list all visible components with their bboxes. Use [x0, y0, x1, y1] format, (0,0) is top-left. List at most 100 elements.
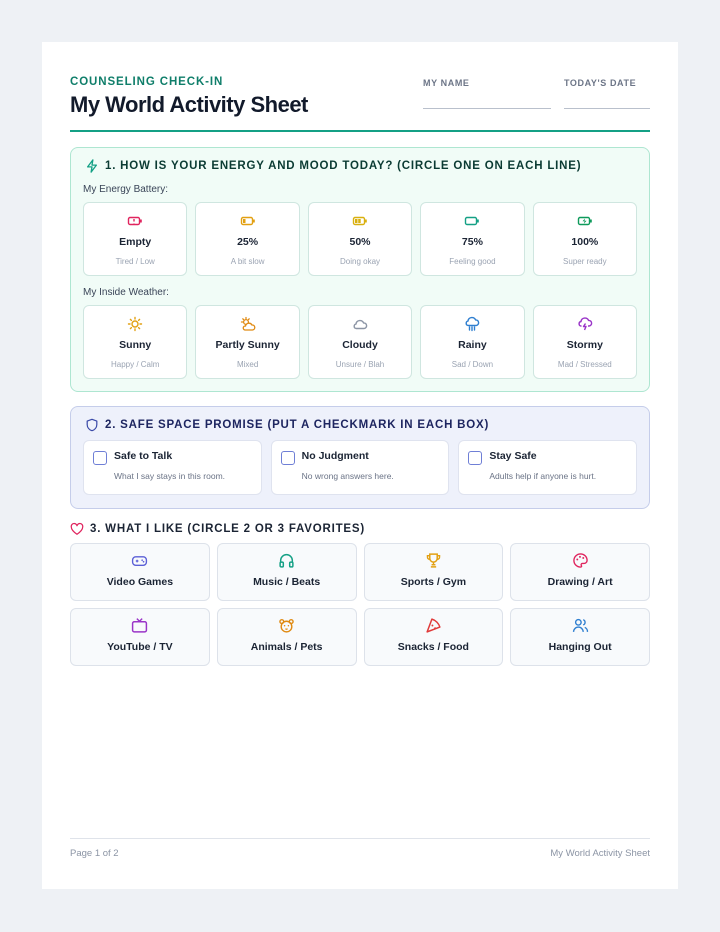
energy-name: 25%: [237, 236, 259, 248]
battery-low-icon: [240, 216, 255, 226]
promise-desc: No wrong answers here.: [301, 471, 394, 481]
weather-row: Sunny Happy / Calm Partly Sunny Mixed Cl…: [83, 305, 638, 379]
cloud-lightning-icon: [578, 317, 593, 331]
cloud-sun-icon: [240, 316, 256, 331]
battery-high-icon: [465, 216, 480, 226]
energy-option-100[interactable]: 100% Super ready: [532, 202, 638, 276]
worksheet-page: COUNSELING CHECK-IN My World Activity Sh…: [42, 42, 678, 889]
name-field[interactable]: MY NAME: [423, 78, 551, 109]
page-title: My World Activity Sheet: [70, 92, 308, 117]
energy-row: Empty Tired / Low 25% A bit slow 50% Doi…: [83, 202, 638, 276]
like-label: Music / Beats: [253, 576, 321, 588]
like-drawing[interactable]: Drawing / Art: [510, 543, 650, 601]
promise-checkbox[interactable]: [93, 451, 107, 465]
sun-icon: [128, 316, 143, 332]
date-field[interactable]: TODAY'S DATE: [564, 78, 650, 109]
energy-option-50[interactable]: 50% Doing okay: [307, 202, 413, 276]
like-animals[interactable]: Animals / Pets: [216, 608, 357, 666]
safe-space-heading: 2. SAFE SPACE PROMISE (PUT A CHECKMARK I…: [85, 418, 489, 432]
energy-option-75[interactable]: 75% Feeling good: [420, 202, 525, 276]
promise-title: Safe to Talk: [114, 450, 173, 462]
pizza-icon: [426, 618, 441, 633]
like-sports[interactable]: Sports / Gym: [363, 543, 504, 601]
weather-desc: Happy / Calm: [110, 360, 160, 369]
like-label: Hanging Out: [548, 641, 612, 653]
like-label: Sports / Gym: [400, 576, 467, 588]
like-hanging-out[interactable]: Hanging Out: [510, 608, 650, 666]
weather-name: Partly Sunny: [215, 339, 280, 351]
weather-desc: Mixed: [236, 360, 259, 369]
date-field-label: TODAY'S DATE: [564, 78, 637, 88]
promise-stay-safe: Stay Safe Adults help if anyone is hurt.: [458, 440, 638, 495]
weather-option-stormy[interactable]: Stormy Mad / Stressed: [532, 305, 638, 379]
promise-desc: Adults help if anyone is hurt.: [489, 471, 597, 481]
promise-row: Safe to Talk What I say stays in this ro…: [83, 440, 638, 495]
energy-name: 100%: [571, 236, 599, 248]
page-number: Page 1 of 2: [70, 848, 119, 859]
weather-option-sunny[interactable]: Sunny Happy / Calm: [83, 305, 188, 379]
shield-icon: [86, 418, 98, 432]
energy-name: 75%: [461, 236, 483, 248]
promise-title: Stay Safe: [489, 450, 537, 462]
likes-grid: Video Games Music / Beats Sports / Gym D…: [70, 543, 650, 666]
promise-desc: What I say stays in this room.: [114, 471, 226, 481]
battery-empty-icon: [128, 216, 143, 226]
promise-safe-to-talk: Safe to Talk What I say stays in this ro…: [83, 440, 262, 495]
weather-option-partly-sunny[interactable]: Partly Sunny Mixed: [195, 305, 300, 379]
palette-icon: [572, 553, 588, 568]
energy-battery-label: My Energy Battery:: [83, 184, 169, 195]
sheet-header: COUNSELING CHECK-IN My World Activity Sh…: [70, 76, 650, 132]
energy-option-25[interactable]: 25% A bit slow: [195, 202, 300, 276]
promise-no-judgment: No Judgment No wrong answers here.: [270, 440, 450, 495]
heart-icon: [70, 522, 84, 535]
like-music[interactable]: Music / Beats: [216, 543, 357, 601]
like-label: Video Games: [106, 576, 174, 588]
energy-mood-title: 1. HOW IS YOUR ENERGY AND MOOD TODAY? (C…: [105, 160, 582, 172]
like-label: Drawing / Art: [547, 576, 613, 588]
like-label: Animals / Pets: [250, 641, 323, 653]
like-youtube[interactable]: YouTube / TV: [70, 608, 210, 666]
tv-icon: [132, 618, 148, 633]
battery-half-icon: [352, 216, 367, 226]
weather-name: Rainy: [458, 339, 487, 351]
weather-desc: Unsure / Blah: [335, 360, 385, 369]
promise-checkbox[interactable]: [468, 451, 483, 465]
page-footer: Page 1 of 2 My World Activity Sheet: [70, 838, 650, 868]
energy-option-empty[interactable]: Empty Tired / Low: [83, 202, 188, 276]
energy-desc: Tired / Low: [115, 257, 155, 266]
weather-desc: Mad / Stressed: [557, 360, 612, 369]
inside-weather-label: My Inside Weather:: [83, 287, 169, 298]
like-label: YouTube / TV: [107, 641, 173, 653]
promise-title: No Judgment: [301, 450, 369, 462]
weather-option-rainy[interactable]: Rainy Sad / Down: [420, 305, 525, 379]
name-field-label: MY NAME: [423, 78, 470, 88]
energy-name: 50%: [349, 236, 371, 248]
battery-charging-icon: [577, 216, 592, 226]
promise-checkbox[interactable]: [280, 451, 295, 465]
like-snacks[interactable]: Snacks / Food: [363, 608, 504, 666]
weather-option-cloudy[interactable]: Cloudy Unsure / Blah: [307, 305, 413, 379]
lightning-icon: [86, 159, 98, 173]
gamepad-icon: [132, 556, 148, 566]
energy-mood-section: 1. HOW IS YOUR ENERGY AND MOOD TODAY? (C…: [70, 147, 650, 392]
what-i-like-title: 3. WHAT I LIKE (CIRCLE 2 OR 3 FAVORITES): [90, 523, 366, 535]
like-label: Snacks / Food: [397, 641, 469, 653]
paw-icon: [279, 618, 294, 633]
weather-desc: Sad / Down: [451, 360, 494, 369]
energy-name: Empty: [119, 236, 152, 248]
energy-desc: A bit slow: [230, 257, 265, 266]
weather-name: Sunny: [119, 339, 152, 351]
name-line: [423, 108, 551, 109]
users-icon: [572, 618, 588, 632]
headphones-icon: [279, 553, 294, 568]
what-i-like-heading: 3. WHAT I LIKE (CIRCLE 2 OR 3 FAVORITES): [70, 522, 365, 536]
cloud-rain-icon: [465, 316, 480, 332]
header-eyebrow: COUNSELING CHECK-IN: [70, 76, 224, 88]
like-video-games[interactable]: Video Games: [70, 543, 210, 601]
footer-doc-title: My World Activity Sheet: [550, 848, 650, 859]
weather-name: Cloudy: [342, 339, 378, 351]
energy-desc: Feeling good: [449, 257, 496, 266]
weather-name: Stormy: [566, 339, 603, 351]
safe-space-title: 2. SAFE SPACE PROMISE (PUT A CHECKMARK I…: [105, 419, 490, 431]
date-line: [564, 108, 650, 109]
